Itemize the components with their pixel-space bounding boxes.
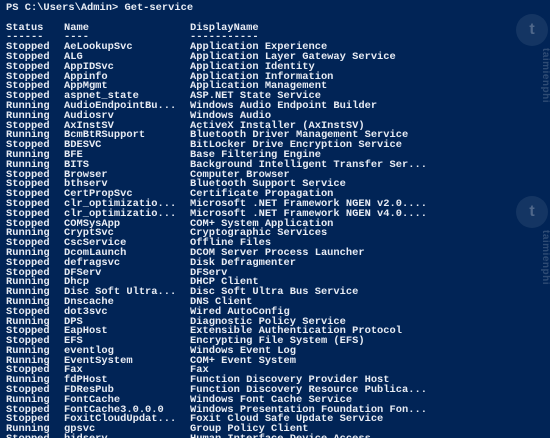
powershell-console[interactable]: PS C:\Users\Admin> Get-service Status Na…: [0, 0, 550, 438]
service-list: Stopped AeLookupSvc Application Experience…: [6, 41, 550, 438]
cell-name: dot3svc: [64, 305, 108, 318]
watermark-logo-icon: taimienphi: [540, 48, 550, 104]
cell-name: EventSystem: [64, 354, 133, 367]
table-row: Running EventSystem COM+ Event System: [6, 354, 550, 367]
command-prompt: PS C:\Users\Admin> Get-service: [6, 2, 194, 14]
cell-name: AeLookupSvc: [64, 41, 133, 54]
cell-name: BDESVC: [64, 139, 102, 152]
watermark-logo-icon: t: [516, 196, 548, 228]
watermark-logo-icon: taimienphi: [540, 230, 550, 286]
watermark-logo-icon: t: [516, 14, 548, 46]
cell-name: EapHost: [64, 325, 108, 338]
